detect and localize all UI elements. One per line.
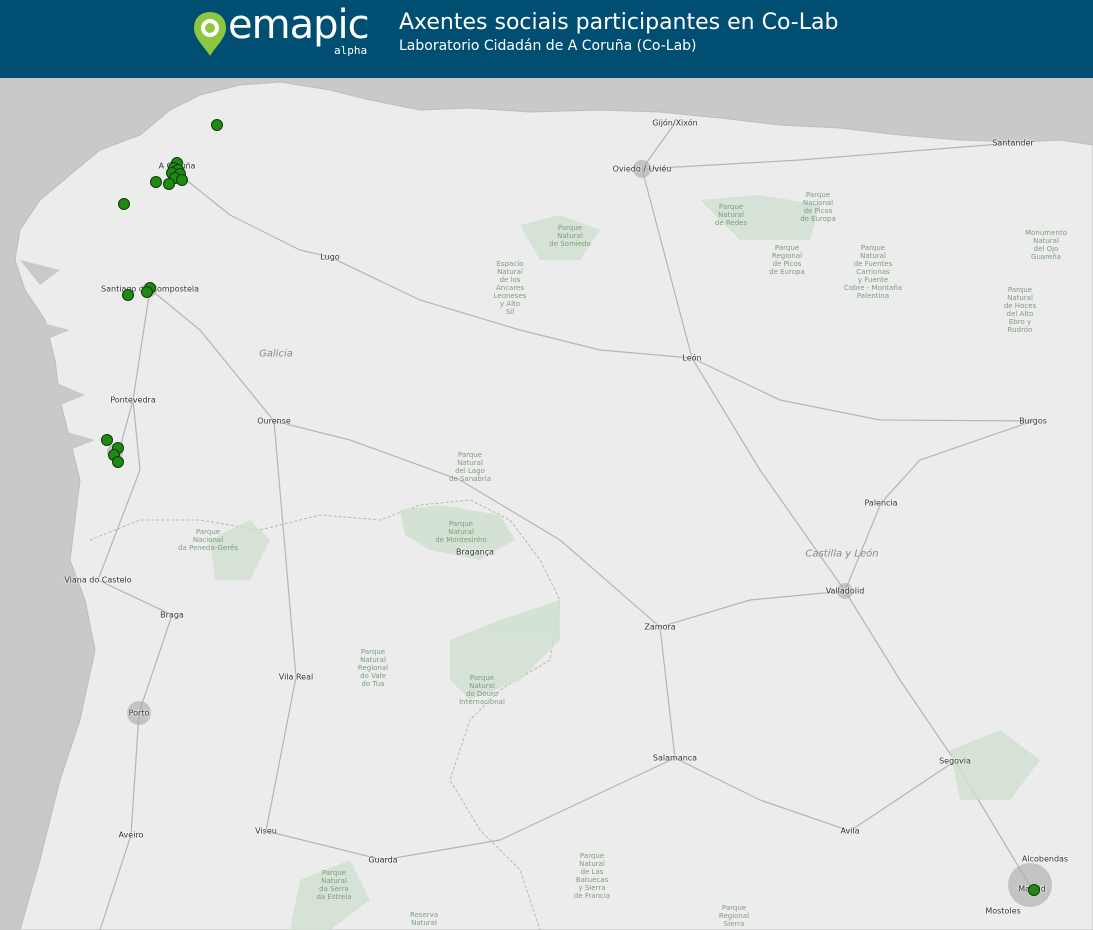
park-label: Parque Natural de Fuentes Carrionas y Fu… (843, 244, 903, 300)
agent-marker[interactable] (101, 434, 113, 446)
park-label: Parque Natural de Las Batuecas y Sierra … (573, 852, 611, 900)
park-label: Parque Nacional de Picos de Europa (800, 191, 836, 223)
city-label: Santander (992, 138, 1034, 148)
city-label: Lugo (320, 252, 340, 262)
city-label: Valladolid (825, 586, 865, 596)
park-label: Parque Natural de Hoces del Alto Ebro y … (1003, 286, 1037, 334)
park-label: Parque Regional de Picos de Europa (769, 244, 805, 276)
emapic-logo[interactable]: emapic alpha (192, 2, 372, 62)
city-label: Zamora (644, 622, 676, 632)
map-pin-icon (194, 12, 226, 56)
logo-alpha-tag: alpha (334, 44, 368, 57)
city-label: Gijón/Xixón (652, 118, 698, 128)
region-label: Castilla y León (805, 548, 879, 560)
city-label: Palencia (864, 498, 898, 508)
park-label: Parque Natural Regional do Vale do Tua (357, 648, 389, 688)
city-label: Avila (840, 826, 860, 836)
city-label: Oviedo / Uviéu (612, 164, 672, 174)
city-label: Guarda (368, 855, 398, 865)
park-label: Parque Natural de Redes (714, 203, 748, 227)
logo-wordmark: emapic (228, 2, 370, 48)
park-label: Parque Natural de Montesinho (435, 520, 487, 544)
city-label: Braga (160, 610, 184, 620)
city-label: Viseu (255, 826, 277, 836)
agent-marker[interactable] (163, 178, 175, 190)
page-subtitle: Laboratorio Cidadán de A Coruña (Co-Lab) (399, 38, 697, 54)
agent-marker[interactable] (211, 119, 223, 131)
agent-marker[interactable] (176, 174, 188, 186)
page-title: Axentes sociais participantes en Co-Lab (399, 10, 839, 35)
city-label: Porto (128, 708, 150, 718)
agent-marker[interactable] (118, 198, 130, 210)
app-header: emapic alpha Axentes sociais participant… (0, 0, 1093, 78)
agent-marker[interactable] (141, 286, 153, 298)
region-label: Galicia (259, 348, 293, 360)
park-label: Espacio Natural de los Ancares Leoneses … (493, 260, 527, 316)
city-label: Bragança (455, 547, 495, 557)
city-label: Vila Real (278, 672, 314, 682)
park-label: Parque Regional Sierra (718, 904, 750, 928)
park-label: Parque Natural da Serra da Estrela (316, 869, 352, 901)
city-label: Viana do Castelo (64, 575, 132, 585)
city-label: León (682, 353, 702, 363)
city-label: Salamanca (652, 753, 698, 763)
agent-marker[interactable] (122, 289, 134, 301)
agent-marker[interactable] (112, 456, 124, 468)
park-label: Monumento Natural del Ojo Guareña (1025, 229, 1067, 261)
agent-marker[interactable] (150, 176, 162, 188)
city-label: Aveiro (118, 830, 144, 840)
basemap (0, 78, 1093, 930)
city-label: Segovia (939, 756, 971, 766)
map-canvas[interactable]: Gijón/XixónSantanderOviedo / UviéuA Coru… (0, 78, 1093, 930)
park-label: Parque Nacional da Peneda-Gerês (178, 528, 238, 552)
city-label: Alcobendas (1021, 854, 1069, 864)
agent-marker[interactable] (1028, 884, 1040, 896)
park-label: Parque Natural del Lago de Sanabria (449, 451, 491, 483)
city-label: Mostoles (985, 906, 1021, 916)
city-label: Pontevedra (110, 395, 156, 405)
city-label: Ourense (257, 416, 291, 426)
land-area (14, 81, 1093, 930)
park-label: Parque Natural do Douro Internacional (459, 674, 505, 706)
park-label: Parque Natural de Somiedo (549, 224, 591, 248)
city-label: Burgos (1019, 416, 1047, 426)
park-label: Reserva Natural (409, 911, 439, 927)
